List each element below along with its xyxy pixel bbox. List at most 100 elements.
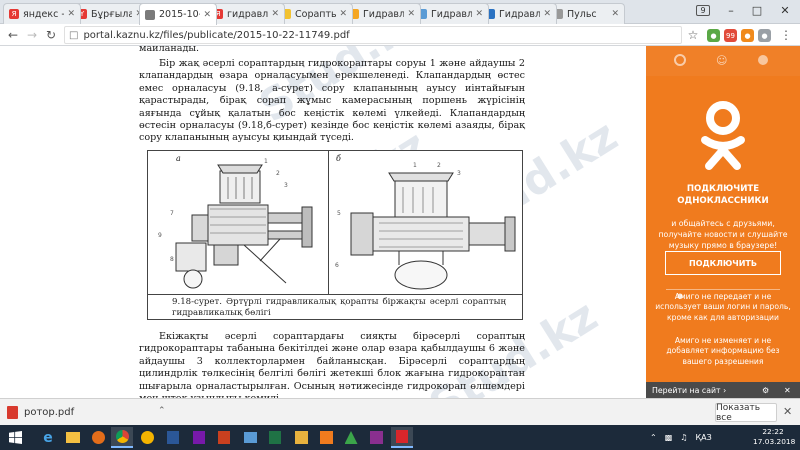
tab-8[interactable]: Гидравлическа✕ <box>479 3 557 24</box>
svg-text:1: 1 <box>264 158 268 165</box>
picture-viewer-icon[interactable] <box>239 427 261 448</box>
amigo-ad-panel: ☺ ПОДКЛЮЧИТЕ ОДНОКЛАССНИКИ и общайтесь с… <box>646 46 800 398</box>
svg-text:3: 3 <box>284 182 288 189</box>
tab-close-icon[interactable]: ✕ <box>339 9 347 19</box>
start-button[interactable] <box>4 427 26 448</box>
powerpoint-icon[interactable] <box>213 427 235 448</box>
tab-title: Гидравлическа <box>499 8 540 20</box>
extension-grey-icon[interactable]: ● <box>758 29 771 42</box>
ad-footer[interactable]: Перейти на сайт › ⚙ ✕ <box>646 382 800 398</box>
tab-title: Гидравлически <box>363 8 404 20</box>
extension-green-icon[interactable]: ● <box>707 29 720 42</box>
odnoklassniki-logo-icon <box>701 101 745 170</box>
svg-text:1: 1 <box>413 162 417 169</box>
odnoklassniki-small-icon[interactable] <box>674 54 686 66</box>
tab-4[interactable]: Ягидравликалық✕ <box>207 3 285 24</box>
close-downloads-icon[interactable]: ✕ <box>783 405 792 418</box>
ad-note-privacy: Амиго не передает и не использует ваши л… <box>655 292 791 322</box>
tab-7[interactable]: Гидравлически✕ <box>411 3 489 24</box>
tab-3[interactable]: 2015-10-22-11✕ <box>139 3 217 25</box>
maximize-button[interactable]: □ <box>744 0 770 20</box>
amigo-icon[interactable] <box>290 427 312 448</box>
pen-app-icon[interactable] <box>365 427 387 448</box>
tab-9[interactable]: Пульс ✕ <box>547 3 625 24</box>
excel-icon[interactable] <box>264 427 286 448</box>
keyboard-language[interactable]: ҚАЗ <box>695 433 711 442</box>
ad-subtitle: и общайтесь с друзьями, получайте новост… <box>658 219 788 250</box>
page-info-icon[interactable]: □ <box>69 30 78 41</box>
system-tray: ⌃ ▩ ♫ ҚАЗ <box>650 425 712 450</box>
go-to-site-link[interactable]: Перейти на сайт › <box>652 386 726 395</box>
svg-text:9: 9 <box>158 232 162 239</box>
network-icon[interactable]: ▩ <box>665 433 673 442</box>
tab-title: гидравликалық <box>227 8 269 20</box>
figure-caption-separator <box>148 294 522 295</box>
window-badge-text: 9 <box>696 4 710 16</box>
tab-close-icon[interactable]: ✕ <box>611 9 619 19</box>
tab-close-icon[interactable]: ✕ <box>475 9 483 19</box>
tab-strip: Яяндекс - 58 млн✕YБұрғылау сорап✕2015-10… <box>0 0 800 25</box>
extension-red-icon[interactable]: 99 <box>724 29 737 42</box>
figure-caption: 9.18-сурет. Әртүрлі гидравликалық қорапт… <box>172 297 506 318</box>
pdf-reader-icon[interactable] <box>391 427 413 448</box>
ad-note-permission: Амиго не изменяет и не добавляет информа… <box>666 336 780 366</box>
show-all-button[interactable]: Показать все <box>715 403 777 423</box>
download-filename: ротор.pdf <box>24 407 75 418</box>
svg-text:2: 2 <box>437 162 441 169</box>
tray-up-icon[interactable]: ⌃ <box>650 433 657 442</box>
address-bar[interactable]: □ portal.kaznu.kz/files/publicate/2015-1… <box>64 26 682 44</box>
tab-close-icon[interactable]: ✕ <box>203 10 211 20</box>
tab-close-icon[interactable]: ✕ <box>543 9 551 19</box>
tab-title: яндекс - 58 млн <box>23 8 65 20</box>
word-icon[interactable] <box>162 427 184 448</box>
clock[interactable]: 22:22 17.03.2018 <box>753 427 795 447</box>
tab-close-icon[interactable]: ✕ <box>271 9 279 19</box>
extension-orange-icon[interactable]: ● <box>741 29 754 42</box>
figure-9-18: а б 123 798 1 2 3 5 6 9.18-сурет. Әртүрл… <box>147 150 523 320</box>
tab-5[interactable]: Сораптың гидр✕ <box>275 3 353 24</box>
window-badge[interactable]: 9 <box>690 0 716 20</box>
media-player-icon[interactable] <box>87 427 109 448</box>
back-button[interactable]: ← <box>4 26 22 44</box>
chevron-up-icon[interactable]: ⌃ <box>158 406 166 416</box>
close-window-button[interactable]: ✕ <box>772 0 798 20</box>
minimize-button[interactable]: – <box>718 0 744 20</box>
svg-text:6: 6 <box>335 262 339 269</box>
chrome-icon[interactable] <box>111 427 133 448</box>
pdf-paragraph-1: Бір жақ әсерлі сораптардың гидрокораптар… <box>139 58 525 144</box>
smile-icon[interactable]: ☺ <box>716 54 727 67</box>
yandex-icon[interactable] <box>136 427 158 448</box>
tab-title: 2015-10-22-11 <box>159 9 200 20</box>
pdf-top-fragment: майланады. <box>139 46 200 54</box>
bookmark-star-icon[interactable]: ☆ <box>684 26 702 44</box>
menu-icon[interactable]: ⋮ <box>777 26 795 44</box>
tab-close-icon[interactable]: ✕ <box>67 9 75 19</box>
android-icon[interactable] <box>340 427 362 448</box>
tab-close-icon[interactable]: ✕ <box>407 9 415 19</box>
ad-dot-icon[interactable] <box>758 55 768 65</box>
download-item[interactable]: ротор.pdf <box>7 403 155 422</box>
pdf-viewer[interactable]: Stud.kz Stud.kz Stud.kz Stud.kz майланад… <box>0 46 646 398</box>
ad-close-icon[interactable]: ✕ <box>784 386 791 395</box>
svg-text:2: 2 <box>276 170 280 177</box>
tab-favicon-icon: Я <box>9 9 19 19</box>
drawing-b: 1 2 3 5 6 <box>335 162 516 290</box>
tab-6[interactable]: Гидравлически✕ <box>343 3 421 24</box>
address-url: portal.kaznu.kz/files/publicate/2015-10-… <box>83 29 350 41</box>
forward-button[interactable]: → <box>23 26 41 44</box>
svg-text:3: 3 <box>457 170 461 177</box>
volume-icon[interactable]: ♫ <box>680 433 687 442</box>
internet-explorer-icon[interactable]: e <box>37 427 59 448</box>
connect-button[interactable]: ПОДКЛЮЧИТЬ <box>665 251 781 275</box>
clock-time: 22:22 <box>762 427 784 436</box>
ok-app-icon[interactable] <box>315 427 337 448</box>
file-explorer-icon[interactable] <box>62 427 84 448</box>
tab-1[interactable]: Яяндекс - 58 млн✕ <box>3 3 81 24</box>
settings-gear-icon[interactable]: ⚙ <box>762 386 769 395</box>
pdf-paragraph-2: Екіжақты әсерлі сораптардағы сияқты бірә… <box>139 331 525 398</box>
tab-2[interactable]: YБұрғылау сорап✕ <box>71 3 149 24</box>
browser-toolbar: ← → ↻ □ portal.kaznu.kz/files/publicate/… <box>0 24 800 46</box>
reload-button[interactable]: ↻ <box>42 26 60 44</box>
onenote-icon[interactable] <box>188 427 210 448</box>
svg-text:8: 8 <box>170 256 174 263</box>
